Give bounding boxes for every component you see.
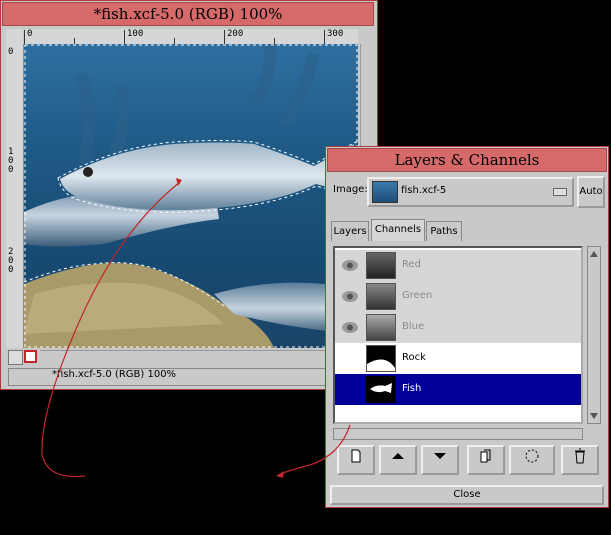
channel-label: Fish	[402, 383, 422, 394]
close-button[interactable]: Close	[330, 485, 604, 505]
vruler-label-100: 100	[8, 147, 14, 175]
duplicate-channel-button[interactable]	[467, 445, 505, 475]
channel-thumbnail	[366, 252, 396, 279]
channel-label: Green	[402, 290, 433, 301]
fish-photo	[24, 44, 358, 348]
image-horizontal-scrollbar[interactable]	[40, 350, 358, 364]
duplicate-icon	[480, 449, 491, 463]
channel-thumbnail	[366, 345, 396, 372]
status-text: *fish.xcf-5.0 (RGB) 100%	[52, 369, 177, 380]
eye-icon[interactable]	[341, 290, 359, 303]
lower-icon	[434, 453, 446, 459]
tab-channels[interactable]: Channels	[371, 219, 425, 241]
delete-channel-button[interactable]	[561, 445, 599, 475]
channel-label: Blue	[402, 321, 425, 332]
tab-paths[interactable]: Paths	[426, 221, 462, 241]
channel-label: Red	[402, 259, 421, 270]
image-label: Image:	[333, 184, 368, 195]
ruler-corner[interactable]	[6, 29, 23, 44]
horizontal-ruler[interactable]: 0 100 200 300	[24, 29, 358, 45]
channel-to-selection-icon	[525, 449, 539, 463]
hruler-label-200: 200	[227, 29, 244, 39]
channel-list-vertical-scrollbar[interactable]	[587, 246, 601, 424]
vruler-label-200: 200	[8, 247, 14, 275]
channel-thumbnail	[366, 376, 396, 403]
tab-layers[interactable]: Layers	[331, 221, 369, 241]
hruler-label-0: 0	[27, 29, 33, 39]
auto-button[interactable]: Auto	[577, 176, 605, 208]
quickmask-off-icon[interactable]	[8, 350, 23, 365]
channel-row-green[interactable]: Green	[335, 281, 581, 312]
channel-row-rock[interactable]: Rock	[335, 343, 581, 374]
channel-label: Rock	[402, 352, 426, 363]
raise-channel-button[interactable]	[379, 445, 417, 475]
lower-channel-button[interactable]	[421, 445, 459, 475]
hruler-label-100: 100	[127, 29, 144, 39]
delete-icon	[575, 448, 585, 464]
channel-row-red[interactable]: Red	[335, 250, 581, 281]
hruler-label-300: 300	[327, 29, 344, 39]
channel-to-selection-button[interactable]	[509, 445, 555, 475]
image-name: fish.xcf-5	[401, 185, 447, 196]
eye-icon[interactable]	[341, 321, 359, 334]
dialog-title[interactable]: Layers & Channels	[327, 148, 607, 172]
image-window-title[interactable]: *fish.xcf-5.0 (RGB) 100%	[2, 2, 374, 26]
channel-thumbnail	[366, 314, 396, 341]
raise-icon	[392, 453, 404, 459]
new-channel-button[interactable]	[337, 445, 375, 475]
image-option-menu[interactable]	[367, 177, 574, 207]
image-thumbnail	[372, 181, 398, 203]
option-menu-indicator-icon	[553, 188, 567, 196]
vertical-ruler[interactable]: 0 100 200	[6, 44, 24, 348]
channel-row-fish[interactable]: Fish	[335, 374, 581, 405]
eye-icon[interactable]	[341, 259, 359, 272]
channel-thumbnail	[366, 283, 396, 310]
quickmask-on-icon[interactable]	[24, 350, 37, 363]
channel-row-blue[interactable]: Blue	[335, 312, 581, 343]
new-channel-icon	[351, 449, 361, 463]
channel-list-horizontal-scrollbar[interactable]	[333, 428, 583, 440]
vruler-label-0: 0	[8, 47, 14, 57]
image-canvas[interactable]	[24, 44, 358, 348]
